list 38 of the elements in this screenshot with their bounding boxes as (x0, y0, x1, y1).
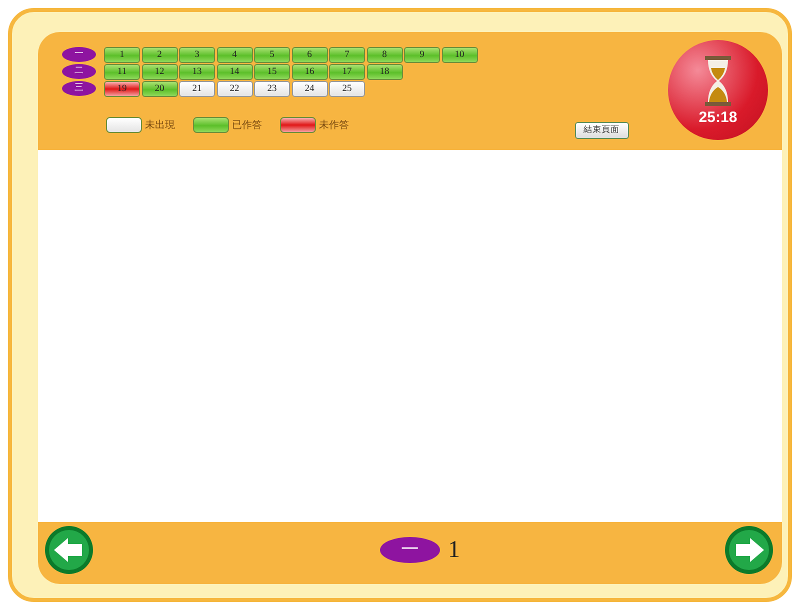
question-button[interactable]: 8 (366, 46, 402, 62)
question-button[interactable]: 7 (329, 46, 365, 62)
question-button[interactable]: 24 (292, 80, 328, 96)
question-button[interactable]: 3 (179, 46, 215, 62)
question-number: 1 (448, 536, 460, 565)
section-badge: 一 (62, 47, 96, 62)
question-button[interactable]: 2 (142, 46, 178, 62)
question-button[interactable]: 11 (104, 64, 140, 80)
next-button[interactable] (724, 525, 774, 575)
question-button[interactable]: 18 (366, 64, 402, 80)
question-button[interactable]: 17 (329, 64, 365, 80)
question-button[interactable]: 12 (142, 64, 178, 80)
question-button[interactable]: 10 (442, 46, 478, 62)
question-button[interactable]: 23 (254, 80, 290, 96)
question-button[interactable]: 25 (329, 80, 365, 96)
section-badge: 三 (62, 81, 96, 96)
timer-text: 25:18 (698, 110, 738, 124)
legend-label: 已作答 (232, 118, 262, 132)
question-button[interactable]: 6 (292, 46, 328, 62)
question-button[interactable]: 14 (216, 64, 252, 80)
question-button[interactable]: 13 (179, 64, 215, 80)
question-button[interactable]: 21 (179, 80, 215, 96)
question-button[interactable]: 4 (216, 46, 252, 62)
question-button[interactable]: 15 (254, 64, 290, 80)
end-page-button[interactable]: 結束頁面 (574, 122, 629, 139)
question-button[interactable]: 16 (292, 64, 328, 80)
section-badge: 一 (380, 537, 440, 563)
question-button[interactable]: 1 (104, 46, 140, 62)
legend-label: 未出現 (145, 118, 175, 132)
question-button[interactable]: 9 (404, 46, 440, 62)
question-button[interactable]: 20 (142, 80, 178, 96)
previous-button[interactable] (44, 525, 94, 575)
hourglass-icon (704, 56, 731, 106)
legend-label: 未作答 (319, 118, 349, 132)
question-button[interactable]: 22 (216, 80, 252, 96)
question-button[interactable]: 19 (104, 80, 140, 96)
section-badge: 二 (62, 64, 96, 79)
question-button[interactable]: 5 (254, 46, 290, 62)
